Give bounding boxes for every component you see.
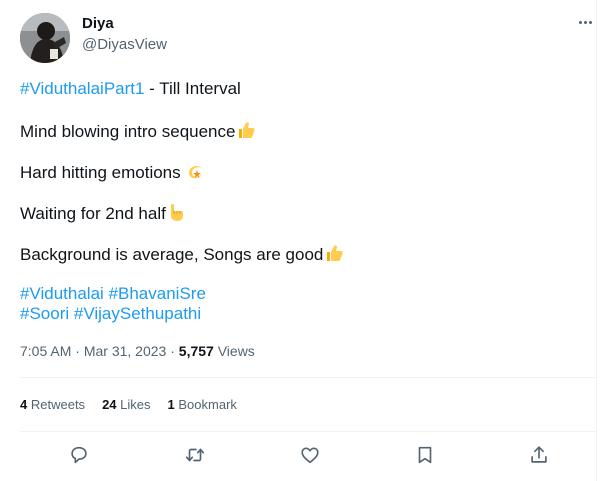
tweet-stats: 4 Retweets 24 Likes 1 Bookmark <box>20 397 237 412</box>
bookmarks-label: Bookmark <box>178 397 237 412</box>
bookmark-icon <box>418 446 432 464</box>
hashtag-link[interactable]: #Viduthalai <box>20 284 104 303</box>
tweet-text: Hard hitting emotions <box>20 163 186 182</box>
hashtag-link[interactable]: #VijaySethupathi <box>74 304 201 323</box>
share-icon <box>531 446 547 463</box>
retweet-icon <box>185 448 205 462</box>
separator: · <box>166 343 179 359</box>
more-icon-dot <box>583 20 587 24</box>
tweet-line-4: Waiting for 2nd half <box>20 202 185 227</box>
more-icon-dot <box>588 20 592 24</box>
hashtag-link[interactable]: #ViduthalaiPart1 <box>20 79 144 98</box>
hashtag-line-2: #Soori #VijaySethupathi <box>20 304 201 324</box>
tweet-card: Diya @DiyasView #ViduthalaiPart1 - Till … <box>0 0 600 481</box>
tweet-text: Waiting for 2nd half <box>20 204 166 223</box>
reply-icon <box>71 446 87 464</box>
hashtag-link[interactable]: #Soori <box>20 304 69 323</box>
tweet-line-5: Background is average, Songs are good <box>20 243 344 268</box>
retweet-button[interactable] <box>177 440 213 470</box>
retweets-count: 4 <box>20 397 28 412</box>
divider <box>20 431 596 432</box>
tweet-line-1: #ViduthalaiPart1 - Till Interval <box>20 79 241 99</box>
hashtag-line-1: #Viduthalai #BhavaniSre <box>20 284 206 304</box>
avatar[interactable] <box>20 13 70 63</box>
views-label: Views <box>217 343 255 359</box>
like-icon <box>301 447 319 464</box>
tweet-line-2: Mind blowing intro sequence <box>20 120 256 145</box>
share-button[interactable] <box>521 440 557 470</box>
bookmarks-stat[interactable]: 1 Bookmark <box>168 397 237 412</box>
more-options-button[interactable] <box>574 11 596 33</box>
bookmark-button[interactable] <box>407 440 443 470</box>
tweet-text: Background is average, Songs are good <box>20 245 324 264</box>
hashtag-link[interactable]: #BhavaniSre <box>109 284 206 303</box>
raised-hand-emoji-icon <box>167 202 185 227</box>
likes-stat[interactable]: 24 Likes <box>102 397 150 412</box>
reply-button[interactable] <box>61 440 97 470</box>
tweet-text: - Till Interval <box>144 79 241 98</box>
likes-label: Likes <box>120 397 151 412</box>
thumbs-up-emoji-icon <box>236 120 256 145</box>
separator: · <box>71 343 84 359</box>
dizzy-emoji-icon <box>186 161 206 186</box>
retweets-label: Retweets <box>30 397 86 412</box>
display-name[interactable]: Diya <box>82 15 114 32</box>
views-count: 5,757 <box>178 343 214 359</box>
retweets-stat[interactable]: 4 Retweets <box>20 397 85 412</box>
bookmarks-count: 1 <box>167 397 175 412</box>
tweet-text: Mind blowing intro sequence <box>20 122 236 141</box>
more-icon-dot <box>578 20 582 24</box>
tweet-line-3: Hard hitting emotions <box>20 161 206 186</box>
divider <box>20 377 596 378</box>
right-border <box>596 0 597 481</box>
tweet-time[interactable]: 7:05 AM <box>20 343 71 359</box>
username[interactable]: @DiyasView <box>82 36 167 53</box>
thumbs-up-emoji-icon <box>324 243 344 268</box>
tweet-meta: 7:05 AM · Mar 31, 2023 · 5,757 Views <box>20 343 255 359</box>
tweet-date[interactable]: Mar 31, 2023 <box>84 343 167 359</box>
like-button[interactable] <box>292 440 328 470</box>
likes-count: 24 <box>102 397 117 412</box>
